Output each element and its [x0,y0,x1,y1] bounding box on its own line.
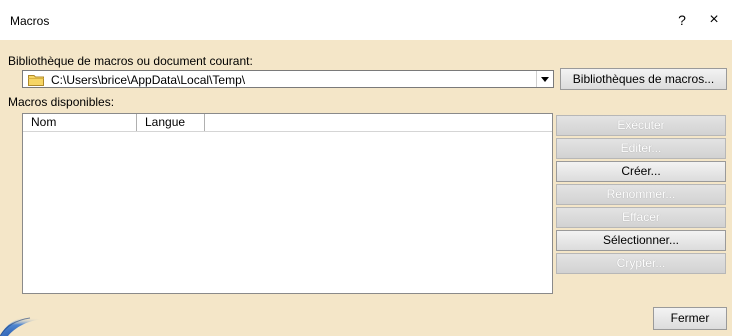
dialog-body: Bibliothèque de macros ou document coura… [0,40,732,336]
available-macros-label: Macros disponibles: [8,95,115,109]
macro-libraries-button[interactable]: Bibliothèques de macros... [560,68,727,90]
library-path-value: C:\Users\brice\AppData\Local\Temp\ [51,73,246,87]
column-header-language[interactable]: Langue [137,114,205,131]
column-header-name[interactable]: Nom [23,114,137,131]
rename-button[interactable]: Renommer... [556,184,726,205]
title-bar: Macros ? × [0,0,732,40]
folder-icon [28,74,44,86]
window-title: Macros [10,14,50,28]
library-label: Bibliothèque de macros ou document coura… [8,54,253,68]
create-button[interactable]: Créer... [556,161,726,182]
help-button[interactable]: ? [668,10,696,30]
run-button[interactable]: Exécuter [556,115,726,136]
close-dialog-button[interactable]: Fermer [653,307,727,330]
macros-list[interactable]: Nom Langue [22,113,553,294]
delete-button[interactable]: Effacer [556,207,726,228]
select-button[interactable]: Sélectionner... [556,230,726,251]
library-combobox[interactable]: C:\Users\brice\AppData\Local\Temp\ [22,70,554,88]
list-header: Nom Langue [23,114,552,132]
app-logo [0,306,70,336]
close-button[interactable]: × [700,10,728,30]
edit-button[interactable]: Editer... [556,138,726,159]
encrypt-button[interactable]: Crypter... [556,253,726,274]
chevron-down-icon[interactable] [536,71,553,87]
